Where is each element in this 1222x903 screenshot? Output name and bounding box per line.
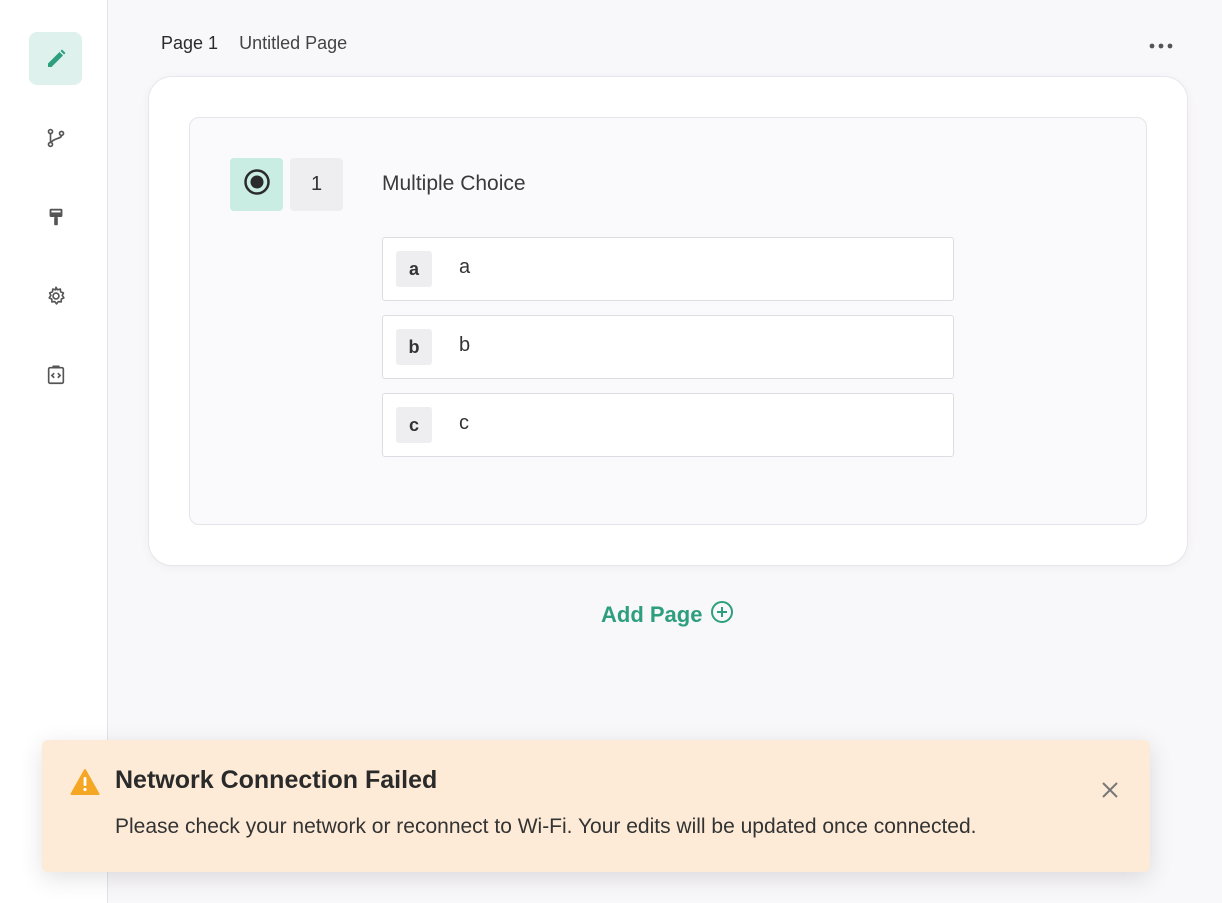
option-label[interactable]: c <box>459 412 469 435</box>
plus-circle-icon <box>710 600 734 630</box>
sidebar-item-edit[interactable] <box>29 32 82 85</box>
option-key: b <box>396 329 432 365</box>
network-error-toast: Network Connection Failed Please check y… <box>42 740 1150 872</box>
toast-title: Network Connection Failed <box>115 766 438 794</box>
question-block[interactable]: 1 Multiple Choice a a b b c c <box>189 117 1147 525</box>
option-label[interactable]: a <box>459 256 470 279</box>
toast-close-button[interactable] <box>1098 780 1122 804</box>
branch-icon <box>45 127 67 149</box>
question-title[interactable]: Multiple Choice <box>382 172 526 196</box>
option-a[interactable]: a a <box>382 237 954 301</box>
page-header: Page 1 Untitled Page <box>161 33 347 54</box>
option-label[interactable]: b <box>459 334 470 357</box>
page-more-button[interactable] <box>1146 34 1176 56</box>
gear-icon <box>45 285 67 307</box>
paint-roller-icon <box>45 206 67 228</box>
radio-icon <box>243 168 271 201</box>
option-c[interactable]: c c <box>382 393 954 457</box>
warning-icon <box>70 768 100 801</box>
question-number: 1 <box>290 158 343 211</box>
sidebar-item-logic[interactable] <box>29 111 82 164</box>
code-clipboard-icon <box>45 364 67 386</box>
sidebar-item-embed[interactable] <box>29 348 82 401</box>
sidebar-item-settings[interactable] <box>29 269 82 322</box>
option-b[interactable]: b b <box>382 315 954 379</box>
close-icon <box>1101 781 1119 804</box>
toast-message: Please check your network or reconnect t… <box>115 815 977 838</box>
page-card: 1 Multiple Choice a a b b c c <box>148 76 1188 566</box>
option-key: a <box>396 251 432 287</box>
question-type-button[interactable] <box>230 158 283 211</box>
page-number: Page 1 <box>161 33 219 53</box>
page-title[interactable]: Untitled Page <box>239 33 347 53</box>
pencil-icon <box>44 47 68 71</box>
more-horizontal-icon <box>1149 36 1173 54</box>
option-key: c <box>396 407 432 443</box>
add-page-button[interactable]: Add Page <box>601 600 734 630</box>
add-page-label: Add Page <box>601 602 703 627</box>
sidebar-item-style[interactable] <box>29 190 82 243</box>
